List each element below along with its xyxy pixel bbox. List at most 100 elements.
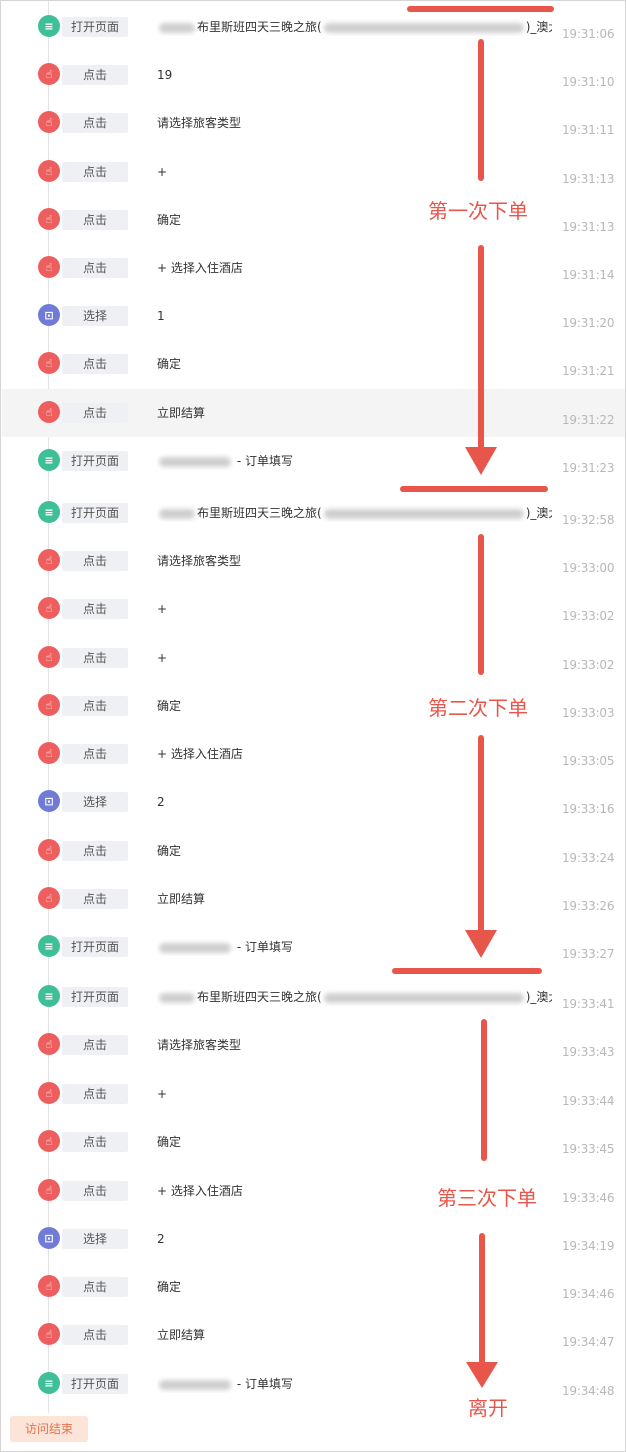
event-time: 19:34:19: [562, 1239, 615, 1253]
event-content: + 选择入住酒店: [157, 745, 552, 763]
click-hand-icon: ☝: [38, 597, 60, 619]
event-time: 19:33:44: [562, 1094, 615, 1108]
event-type-tag: 点击: [62, 162, 128, 182]
click-hand-icon: ☝: [38, 742, 60, 764]
event-content: 立即结算: [157, 890, 552, 908]
event-content: 请选择旅客类型: [157, 114, 552, 132]
click-hand-icon: ☝: [38, 160, 60, 182]
event-content: 确定: [157, 1278, 552, 1296]
click-hand-icon: ☝: [38, 256, 60, 278]
event-text: )_澳大…: [525, 20, 552, 34]
event-row: ☝ 点击 立即结算 19:33:26: [2, 875, 625, 923]
event-time: 19:34:46: [562, 1287, 615, 1301]
event-type-tag: 打开页面: [62, 17, 128, 37]
event-row: ☝ 点击 确定 19:31:21: [2, 340, 625, 388]
event-content: 2: [157, 793, 552, 811]
event-text: )_澳大…: [525, 506, 552, 520]
select-icon: ⊡: [38, 790, 60, 812]
open-page-icon: ≡: [38, 935, 60, 957]
event-row: ☝ 点击 +19:33:02: [2, 585, 625, 633]
event-row: ☝ 点击 +19:33:44: [2, 1070, 625, 1118]
redacted-text: [323, 992, 524, 1003]
event-type-tag: 点击: [62, 113, 128, 133]
redacted-text: [159, 22, 195, 33]
event-type-tag: 点击: [62, 599, 128, 619]
redacted-text: [323, 22, 524, 33]
event-text: 确定: [157, 1135, 182, 1149]
event-type-tag: 打开页面: [62, 503, 128, 523]
event-content: 立即结算: [157, 404, 552, 422]
event-time: 19:34:48: [562, 1384, 615, 1398]
event-text: 请选择旅客类型: [157, 1038, 242, 1052]
event-time: 19:33:03: [562, 706, 615, 720]
event-text: - 订单填写: [233, 1377, 293, 1391]
click-hand-icon: ☝: [38, 1130, 60, 1152]
event-time: 19:33:24: [562, 851, 615, 865]
event-row: ☝ 点击 请选择旅客类型 19:33:43: [2, 1021, 625, 1069]
event-time: 19:33:27: [562, 947, 615, 961]
event-content: 2: [157, 1230, 552, 1248]
click-hand-icon: ☝: [38, 111, 60, 133]
event-time: 19:33:46: [562, 1191, 615, 1205]
event-row: ⊡ 选择 2 19:33:16: [2, 778, 625, 826]
event-content: 布里斯班四天三晚之旅()_澳大…: [157, 18, 552, 36]
event-type-tag: 点击: [62, 1084, 128, 1104]
visit-end-badge: 访问结束: [10, 1416, 88, 1442]
event-content: 立即结算: [157, 1326, 552, 1344]
open-page-icon: ≡: [38, 985, 60, 1007]
event-time: 19:31:11: [562, 123, 615, 137]
click-hand-icon: ☝: [38, 352, 60, 374]
event-type-tag: 打开页面: [62, 937, 128, 957]
event-time: 19:31:13: [562, 172, 615, 186]
redacted-text: [159, 992, 195, 1003]
event-time: 19:31:22: [562, 413, 615, 427]
event-text: 请选择旅客类型: [157, 554, 242, 568]
click-hand-icon: ☝: [38, 839, 60, 861]
event-content: 1: [157, 307, 552, 325]
event-row: ☝ 点击 + 选择入住酒店 19:33:05: [2, 730, 625, 778]
redacted-text: [159, 456, 231, 467]
event-type-tag: 点击: [62, 210, 128, 230]
event-time: 19:33:43: [562, 1045, 615, 1059]
redacted-text: [159, 508, 195, 519]
open-page-icon: ≡: [38, 1372, 60, 1394]
event-text: 立即结算: [157, 406, 206, 420]
event-row: ☝ 点击 确定 19:34:46: [2, 1263, 625, 1311]
event-text: 确定: [157, 213, 182, 227]
event-text: 布里斯班四天三晚之旅(: [197, 990, 322, 1004]
event-row: ☝ 点击 + 选择入住酒店 19:33:46: [2, 1167, 625, 1215]
event-text: - 订单填写: [233, 940, 293, 954]
event-time: 19:33:05: [562, 754, 615, 768]
click-hand-icon: ☝: [38, 887, 60, 909]
event-row: ≡ 打开页面 - 订单填写 19:34:48: [2, 1360, 625, 1408]
event-text: 布里斯班四天三晚之旅(: [197, 506, 322, 520]
event-row: ☝ 点击 +19:33:02: [2, 634, 625, 682]
event-text: +: [157, 165, 168, 179]
event-type-tag: 点击: [62, 696, 128, 716]
select-icon: ⊡: [38, 1227, 60, 1249]
event-type-tag: 打开页面: [62, 451, 128, 471]
click-hand-icon: ☝: [38, 1033, 60, 1055]
event-type-tag: 打开页面: [62, 1374, 128, 1394]
redacted-text: [159, 1379, 231, 1390]
event-text: + 选择入住酒店: [157, 261, 243, 275]
event-type-tag: 点击: [62, 841, 128, 861]
event-row: ≡打开页面 布里斯班四天三晚之旅()_澳大… 19:33:41: [2, 973, 625, 1021]
event-time: 19:31:13: [562, 220, 615, 234]
event-type-tag: 点击: [62, 1325, 128, 1345]
event-text: +: [157, 602, 168, 616]
event-content: 确定: [157, 355, 552, 373]
event-time: 19:32:58: [562, 513, 615, 527]
select-icon: ⊡: [38, 304, 60, 326]
event-row: ⊡ 选择 2 19:34:19: [2, 1215, 625, 1263]
event-time: 19:33:45: [562, 1142, 615, 1156]
event-content: 请选择旅客类型: [157, 552, 552, 570]
event-content: 确定: [157, 211, 552, 229]
event-text: 19: [157, 68, 173, 82]
event-type-tag: 点击: [62, 1132, 128, 1152]
event-content: 确定: [157, 1133, 552, 1151]
event-row: ≡ 打开页面 - 订单填写 19:33:27: [2, 923, 625, 971]
event-content: 确定: [157, 842, 552, 860]
event-content: +: [157, 649, 552, 667]
event-time: 19:33:02: [562, 658, 615, 672]
